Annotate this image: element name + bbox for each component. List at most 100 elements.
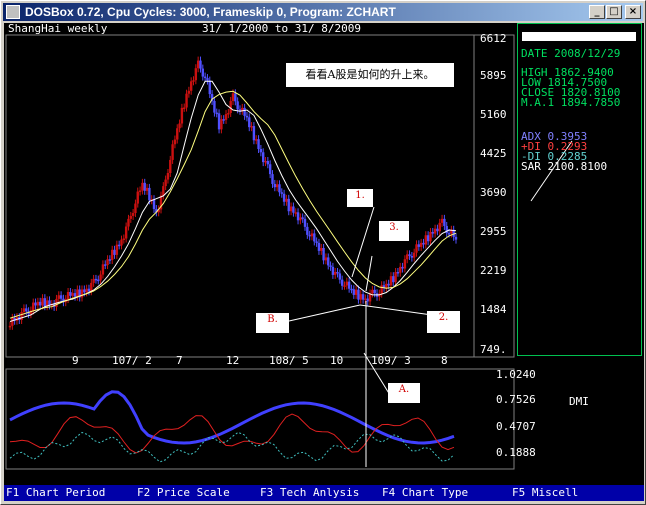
menu-f1-chart-period[interactable]: F1 Chart Period (6, 487, 105, 499)
candle-body (117, 244, 121, 247)
dmi-axis-label: 1.0240 (496, 368, 536, 381)
candle-body (106, 259, 109, 266)
candle-body (322, 247, 325, 261)
menu-f4-chart-type[interactable]: F4 Chart Type (382, 487, 468, 499)
candle-body (101, 264, 105, 275)
price-axis-label: 6612 (480, 32, 507, 45)
candle-body (385, 283, 388, 288)
candle-body (183, 107, 186, 110)
candle-body (438, 222, 441, 232)
candle-body (217, 113, 221, 130)
candle-body (127, 218, 130, 227)
price-axis-label: 1484 (480, 303, 507, 316)
candle-body (85, 288, 88, 293)
price-axis-label: 749. (480, 343, 507, 356)
annotation-caption: 看看A股是如何的升上来。 (286, 63, 454, 87)
pointer-2 (359, 304, 433, 316)
candle-body (347, 281, 351, 289)
candle-body (289, 206, 293, 212)
candle-body (234, 93, 237, 102)
candle-body (343, 285, 346, 287)
dmi-axis-label: 0.7526 (496, 393, 536, 406)
candle-body (169, 159, 172, 174)
candle-body (327, 257, 330, 266)
time-axis-label: 10 (330, 354, 344, 367)
window-title: DOSBox 0.72, Cpu Cycles: 3000, Frameskip… (25, 5, 396, 19)
time-axis-label: 9 (72, 354, 79, 367)
candle-body (373, 289, 376, 294)
candle-body (336, 271, 339, 274)
candle-body (185, 93, 188, 108)
candle-body (255, 139, 258, 141)
title-bar[interactable]: DOSBox 0.72, Cpu Cycles: 3000, Frameskip… (3, 3, 643, 21)
candle-body (426, 235, 430, 242)
dmi-axis-label: 0.1888 (496, 446, 536, 459)
candle-body (189, 81, 193, 91)
info-panel: DATE 2008/12/29 HIGH 1862.9400 LOW 1814.… (517, 23, 642, 356)
candle-body (285, 198, 288, 202)
dos-screen[interactable]: ShangHai weekly 31/ 1/2000 to 31/ 8/2009 (4, 23, 644, 501)
candle-body (292, 206, 295, 213)
candle-body (371, 289, 374, 294)
menu-f5-miscell[interactable]: F5 Miscell (512, 487, 578, 499)
candle-body (259, 148, 263, 153)
candle-body (282, 193, 286, 202)
candle-body (120, 239, 123, 246)
candle-body (331, 266, 335, 275)
candle-body (419, 242, 423, 247)
candle-body (108, 259, 112, 261)
candle-body (203, 76, 207, 79)
candle-body (196, 60, 200, 69)
minimize-button[interactable]: _ (589, 5, 605, 19)
time-axis-label: 107/ 2 (112, 354, 152, 367)
candle-body (266, 161, 270, 165)
candle-body (90, 282, 93, 292)
candle-body (308, 234, 311, 237)
candle-body (364, 298, 367, 301)
candle-body (387, 283, 390, 286)
candle-body (257, 139, 260, 149)
candle-body (38, 301, 42, 306)
candle-body (194, 68, 198, 81)
candle-body (245, 115, 249, 118)
candle-body (129, 215, 132, 219)
candle-body (41, 298, 44, 306)
candle-body (271, 174, 274, 184)
candle-body (268, 164, 272, 175)
candle-body (164, 179, 167, 187)
candle-body (329, 265, 332, 267)
candle-body (215, 112, 218, 115)
candle-body (359, 294, 362, 300)
candle-body (131, 213, 135, 216)
candle-body (394, 271, 397, 283)
dosbox-app-icon (6, 5, 20, 19)
candle-body (399, 266, 402, 273)
candle-body (264, 161, 267, 163)
candle-body (252, 126, 256, 141)
candle-body (115, 244, 119, 255)
candle-body (313, 233, 316, 242)
candle-body (303, 218, 307, 227)
candle-body (145, 187, 149, 191)
candle-body (340, 279, 344, 286)
menu-f3-tech-analysis[interactable]: F3 Tech Anlysis (260, 487, 359, 499)
candle-body (310, 233, 314, 237)
time-axis-label: 8 (441, 354, 448, 367)
candlestick-series (8, 56, 458, 330)
menu-f2-price-scale[interactable]: F2 Price Scale (137, 487, 230, 499)
close-button[interactable]: × (625, 5, 641, 19)
candle-body (104, 264, 107, 266)
candle-body (350, 288, 353, 291)
candle-body (76, 289, 79, 297)
candle-body (236, 101, 239, 110)
candle-body (412, 252, 416, 258)
maximize-button[interactable]: □ (606, 5, 622, 19)
candle-body (320, 247, 323, 251)
candle-body (366, 298, 369, 302)
candle-body (380, 285, 383, 294)
time-axis-label: 7 (176, 354, 183, 367)
candle-body (238, 109, 242, 111)
price-axis-label: 2219 (480, 264, 507, 277)
pointer-3 (365, 255, 373, 292)
candle-body (220, 119, 223, 130)
